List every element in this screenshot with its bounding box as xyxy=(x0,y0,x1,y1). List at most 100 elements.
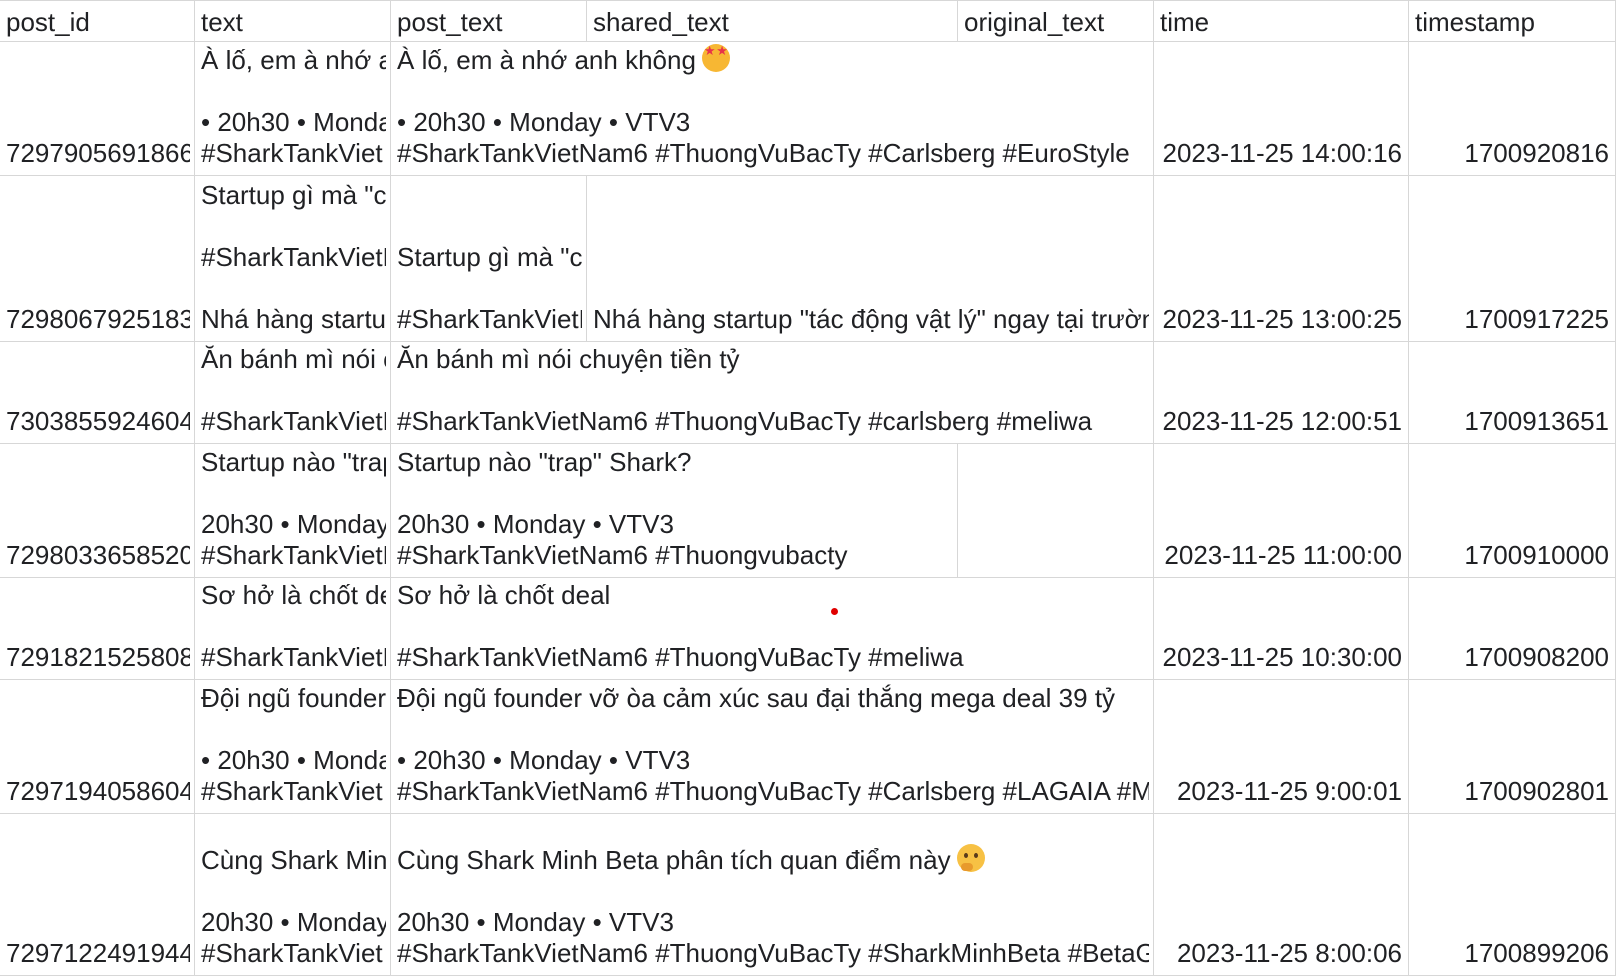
cell-post-id[interactable]: 7303855924604 xyxy=(0,342,195,444)
cell-line: #SharkTankViet xyxy=(201,938,383,968)
thinking-face-icon xyxy=(956,844,985,872)
cell-original-text[interactable] xyxy=(958,444,1154,578)
cell-text[interactable]: Sơ hở là chốt de #SharkTankVietN xyxy=(195,578,391,680)
cell-line: #SharkTankVietN xyxy=(201,642,386,672)
table-row: 7303855924604 Ăn bánh mì nói c #SharkTank… xyxy=(0,342,1616,444)
timestamp-value: 1700902801 xyxy=(1464,776,1609,806)
cell-post-text[interactable]: Startup gì mà "cá #SharkTankVietN xyxy=(391,176,587,342)
cell-text[interactable]: Startup gì mà "cá #SharkTankVietN Nhá hà… xyxy=(195,176,391,342)
cell-time[interactable]: 2023-11-25 8:00:06 xyxy=(1154,814,1409,976)
cell-line: Đội ngũ founder xyxy=(201,683,386,713)
cell-line xyxy=(397,611,1149,642)
cell-post-text[interactable]: À lố, em à nhớ anh không • 20h30 • Monda… xyxy=(391,42,1154,176)
post-text-value: Cùng Shark Minh Beta phân tích quan điểm… xyxy=(397,844,1149,969)
cell-post-text[interactable]: Đội ngũ founder vỡ òa cảm xúc sau đại th… xyxy=(391,680,1154,814)
cell-post-text[interactable]: Sơ hở là chốt deal #SharkTankVietNam6 #T… xyxy=(391,578,1154,680)
cell-post-text[interactable]: Startup nào "trap" Shark? 20h30 • Monday… xyxy=(391,444,958,578)
time-value: 2023-11-25 14:00:16 xyxy=(1162,138,1403,168)
table-row: 7297194058604 Đội ngũ founder • 20h30 • M… xyxy=(0,680,1616,814)
cell-post-id[interactable]: 7298067925183 xyxy=(0,176,195,342)
cell-time[interactable]: 2023-11-25 14:00:16 xyxy=(1154,42,1409,176)
cell-line xyxy=(397,375,1149,406)
text-value: Sơ hở là chốt de #SharkTankVietN xyxy=(201,580,386,673)
cell-timestamp[interactable]: 1700920816 xyxy=(1409,42,1616,176)
cell-text[interactable]: Đội ngũ founder • 20h30 • Monda #SharkTan… xyxy=(195,680,391,814)
cell-time[interactable]: 2023-11-25 9:00:01 xyxy=(1154,680,1409,814)
cell-text[interactable]: À lố, em à nhớ a • 20h30 • Monda #SharkTa… xyxy=(195,42,391,176)
timestamp-value: 1700920816 xyxy=(1464,138,1609,168)
cell-line xyxy=(201,478,386,509)
cell-post-id[interactable]: 7297905691866 xyxy=(0,42,195,176)
cell-text[interactable]: Cùng Shark Minh 20h30 • Monday #SharkTank… xyxy=(195,814,391,976)
cell-line: À lố, em à nhớ anh không xyxy=(397,44,1149,76)
post-id-value: 7291821525808 xyxy=(6,642,190,672)
column-header-post-text[interactable]: post_text xyxy=(391,0,587,42)
cell-line: #SharkTankVietN xyxy=(397,304,582,334)
timestamp-value: 1700908200 xyxy=(1464,642,1609,672)
cell-timestamp[interactable]: 1700908200 xyxy=(1409,578,1616,680)
cell-line xyxy=(201,611,386,642)
cell-text[interactable]: Ăn bánh mì nói c #SharkTankVietN xyxy=(195,342,391,444)
text-value: Startup gì mà "cá #SharkTankVietN Nhá hà… xyxy=(201,180,386,335)
cell-time[interactable]: 2023-11-25 12:00:51 xyxy=(1154,342,1409,444)
column-header-original-text[interactable]: original_text xyxy=(958,0,1154,42)
text-value: Cùng Shark Minh 20h30 • Monday #SharkTank… xyxy=(201,845,386,969)
text-value: Ăn bánh mì nói c #SharkTankVietN xyxy=(201,344,386,437)
time-value: 2023-11-25 12:00:51 xyxy=(1162,406,1403,436)
cell-time[interactable]: 2023-11-25 13:00:25 xyxy=(1154,176,1409,342)
cell-line: • 20h30 • Monday • VTV3 xyxy=(397,107,691,137)
text-value: À lố, em à nhớ a • 20h30 • Monda #SharkTa… xyxy=(201,45,386,169)
cell-time[interactable]: 2023-11-25 10:30:00 xyxy=(1154,578,1409,680)
time-value: 2023-11-25 11:00:00 xyxy=(1164,540,1402,570)
cell-line xyxy=(201,273,386,304)
cell-timestamp[interactable]: 1700913651 xyxy=(1409,342,1616,444)
cell-shared-text[interactable]: Nhá hàng startup "tác động vật lý" ngay … xyxy=(587,176,1154,342)
table-row: 7297122491944 Cùng Shark Minh 20h30 • Mon… xyxy=(0,814,1616,976)
cell-line: Ăn bánh mì nói chuyện tiền tỷ xyxy=(397,344,740,374)
shared-text-value: Nhá hàng startup "tác động vật lý" ngay … xyxy=(593,304,1149,335)
cell-line xyxy=(201,876,386,907)
cell-post-id[interactable]: 7297194058604 xyxy=(0,680,195,814)
cell-line: Cùng Shark Minh xyxy=(201,845,386,875)
spreadsheet-grid: post_id text post_text shared_text origi… xyxy=(0,0,1616,976)
cell-post-text[interactable]: Ăn bánh mì nói chuyện tiền tỷ #SharkTank… xyxy=(391,342,1154,444)
cell-line: #SharkTankVietN xyxy=(201,242,386,272)
cell-post-id[interactable]: 7298033658520 xyxy=(0,444,195,578)
column-header-shared-text[interactable]: shared_text xyxy=(587,0,958,42)
cell-line: 20h30 • Monday xyxy=(201,907,386,937)
cell-text[interactable]: Startup nào "trap 20h30 • Monday #SharkTa… xyxy=(195,444,391,578)
cell-line: Startup nào "trap xyxy=(201,447,386,477)
column-header-time[interactable]: time xyxy=(1154,0,1409,42)
cell-time[interactable]: 2023-11-25 11:00:00 xyxy=(1154,444,1409,578)
cell-timestamp[interactable]: 1700902801 xyxy=(1409,680,1616,814)
cell-line: 20h30 • Monday • VTV3 xyxy=(397,907,674,937)
cell-line: #SharkTankVietN xyxy=(201,540,386,570)
table-row: 7291821525808 Sơ hở là chốt de #SharkTank… xyxy=(0,578,1616,680)
cell-line: • 20h30 • Monda xyxy=(201,745,386,775)
post-text-value: Ăn bánh mì nói chuyện tiền tỷ #SharkTank… xyxy=(397,344,1149,437)
time-value: 2023-11-25 13:00:25 xyxy=(1162,304,1403,334)
cell-timestamp[interactable]: 1700910000 xyxy=(1409,444,1616,578)
time-value: 2023-11-25 8:00:06 xyxy=(1176,938,1402,968)
cell-line: Startup nào "trap" Shark? xyxy=(397,447,692,477)
cell-line xyxy=(201,714,386,745)
cell-line: Startup gì mà "cá xyxy=(397,242,582,272)
cell-post-id[interactable]: 7291821525808 xyxy=(0,578,195,680)
time-value: 2023-11-25 9:00:01 xyxy=(1176,776,1402,806)
column-header-timestamp[interactable]: timestamp xyxy=(1409,0,1616,42)
timestamp-value: 1700913651 xyxy=(1464,406,1609,436)
post-id-value: 7297122491944 xyxy=(6,938,190,968)
post-text-value: Startup nào "trap" Shark? 20h30 • Monday… xyxy=(397,447,953,571)
table-row: 7298067925183 Startup gì mà "cá #SharkTan… xyxy=(0,176,1616,342)
cell-line: #SharkTankVietN xyxy=(201,406,386,436)
cell-line: • 20h30 • Monday • VTV3 xyxy=(397,745,691,775)
cell-post-text[interactable]: Cùng Shark Minh Beta phân tích quan điểm… xyxy=(391,814,1154,976)
column-header-text[interactable]: text xyxy=(195,0,391,42)
cell-post-id[interactable]: 7297122491944 xyxy=(0,814,195,976)
cell-line xyxy=(397,76,1149,107)
post-id-value: 7298067925183 xyxy=(6,304,190,334)
cell-timestamp[interactable]: 1700899206 xyxy=(1409,814,1616,976)
cell-timestamp[interactable]: 1700917225 xyxy=(1409,176,1616,342)
column-header-post-id[interactable]: post_id xyxy=(0,0,195,42)
time-value: 2023-11-25 10:30:00 xyxy=(1162,642,1403,672)
